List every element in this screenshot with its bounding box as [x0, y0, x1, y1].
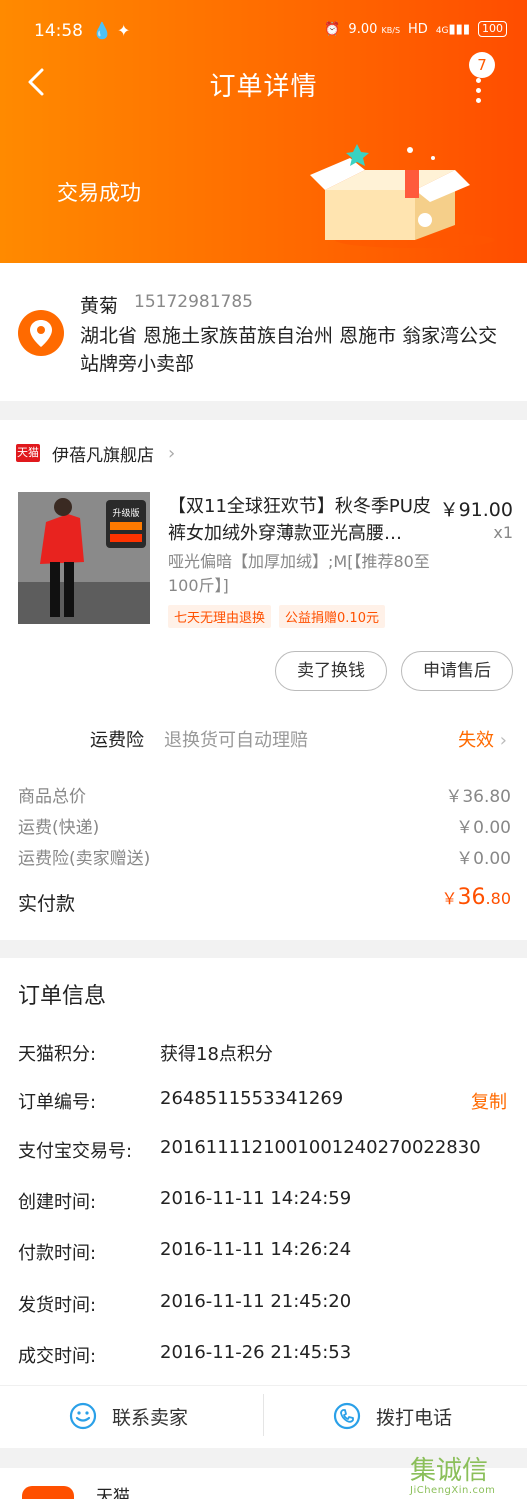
- status-bar: 14:58 💧 ✦ ⏰ 9.00 KB/S HD 4G▮▮▮ 100: [34, 18, 507, 46]
- phone-icon: [333, 1402, 361, 1430]
- product-quantity: x1: [493, 523, 513, 542]
- shipping-insurance-row[interactable]: 运费险 退换货可自动理赔 失效 ›: [0, 722, 527, 756]
- trade-status: 交易成功: [57, 181, 141, 205]
- hd-label: HD: [408, 21, 428, 37]
- chevron-right-icon: ›: [168, 442, 176, 464]
- info-row-paid: 付款时间: 2016-11-11 14:26:24: [18, 1239, 352, 1264]
- signal-icon: 4G▮▮▮: [435, 21, 470, 37]
- insurance-desc: 退换货可自动理赔: [164, 730, 308, 751]
- charity-tag: 公益捐赠0.10元: [279, 605, 385, 628]
- order-header: 14:58 💧 ✦ ⏰ 9.00 KB/S HD 4G▮▮▮ 100 订单详情 …: [0, 0, 527, 263]
- tmall-badge: 天猫: [16, 444, 40, 462]
- info-row-created: 创建时间: 2016-11-11 14:24:59: [18, 1188, 352, 1213]
- page-title: 订单详情: [209, 72, 318, 102]
- location-pin-icon: [18, 310, 64, 356]
- insurance-fee-row: 运费险(卖家赠送) ￥0.00: [18, 849, 511, 869]
- network-speed: 9.00 KB/S: [348, 21, 401, 37]
- chat-icon: [69, 1402, 97, 1430]
- shop-row[interactable]: 天猫 伊蓓凡旗舰店 ›: [16, 440, 175, 466]
- message-badge: 7: [469, 52, 495, 78]
- shipping-fee-row: 运费(快递) ￥0.00: [18, 818, 511, 838]
- product-title[interactable]: 【双11全球狂欢节】秋冬季PU皮裤女加绒外穿薄款亚光高腰…: [168, 493, 432, 547]
- status-right: ⏰ 9.00 KB/S HD 4G▮▮▮ 100: [324, 21, 507, 37]
- product-image[interactable]: 升级版: [18, 492, 150, 624]
- box-illustration: [310, 144, 495, 248]
- chevron-right-icon: ›: [499, 730, 507, 751]
- info-row-completed: 成交时间: 2016-11-26 21:45:53: [18, 1342, 352, 1367]
- divider: [263, 1394, 264, 1436]
- nav-bar: 订单详情 7: [0, 52, 527, 108]
- info-row-points: 天猫积分: 获得18点积分: [18, 1044, 273, 1065]
- receiver-phone: 15172981785: [134, 292, 253, 312]
- after-sale-button[interactable]: 申请售后: [401, 651, 513, 691]
- paid-amount: ￥36.80: [441, 885, 511, 910]
- more-button[interactable]: 7: [469, 52, 509, 108]
- info-row-shipped: 发货时间: 2016-11-11 21:45:20: [18, 1291, 352, 1316]
- receiver-name: 黄菊: [80, 295, 119, 317]
- contact-seller-button[interactable]: 联系卖家: [68, 1400, 188, 1432]
- info-row-alipay-id: 支付宝交易号: 2016111121001001240270022830: [18, 1137, 481, 1162]
- shop-name[interactable]: 伊蓓凡旗舰店: [52, 441, 154, 466]
- site-watermark: 集诚信 JiChengXin.com: [410, 1456, 496, 1496]
- product-sku: 哑光偏暗【加厚加绒】;M[【推荐80至100斤】]: [168, 552, 430, 595]
- notification-icons: 💧 ✦: [92, 21, 131, 40]
- more-dots-icon: [476, 78, 481, 108]
- copy-button[interactable]: 复制: [471, 1088, 507, 1114]
- goods-total-row: 商品总价 ￥36.80: [18, 787, 511, 807]
- paid-amount-row: 实付款 ￥36.80: [18, 885, 511, 921]
- order-info-title: 订单信息: [18, 984, 107, 1009]
- tmall-logo: [22, 1486, 74, 1499]
- status-time: 14:58: [34, 21, 83, 41]
- info-row-order-id: 订单编号: 2648511553341269 复制: [18, 1088, 507, 1114]
- return-policy-tag: 七天无理由退换: [168, 605, 272, 628]
- alarm-icon: ⏰: [324, 21, 341, 37]
- call-button[interactable]: 拨打电话: [332, 1400, 452, 1432]
- sell-for-cash-button[interactable]: 卖了换钱: [275, 651, 387, 691]
- next-card-label: 天猫: [96, 1487, 130, 1499]
- receiver-address: 湖北省 恩施土家族苗族自治州 恩施市 翁家湾公交站牌旁小卖部: [80, 325, 498, 375]
- product-image-label: 升级版: [112, 507, 139, 519]
- product-tags: 七天无理由退换 公益捐赠0.10元: [168, 605, 385, 628]
- insurance-label: 运费险: [90, 730, 144, 751]
- contact-bar: 联系卖家 拨打电话: [0, 1385, 527, 1445]
- product-price: ￥91.00: [439, 499, 513, 521]
- insurance-status: 失效 ›: [458, 730, 507, 751]
- paid-label: 实付款: [18, 893, 76, 915]
- battery-icon: 100: [478, 21, 507, 37]
